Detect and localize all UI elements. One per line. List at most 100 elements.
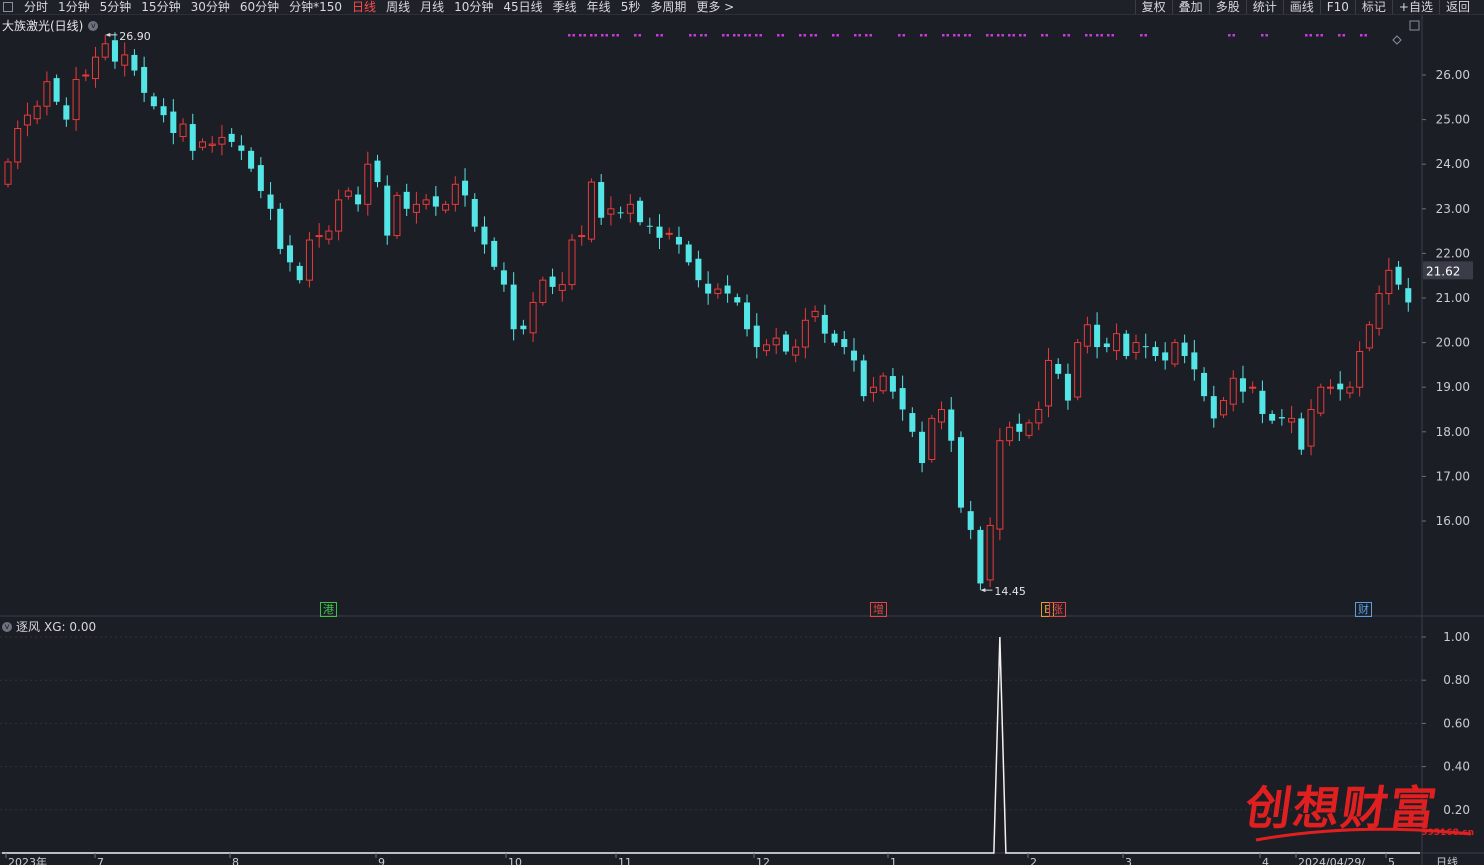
toolbar-button[interactable]: 画线 xyxy=(1282,0,1320,14)
signal-dot xyxy=(836,34,839,37)
stock-title[interactable]: 大族激光(日线) v xyxy=(2,17,99,34)
candle-body xyxy=(121,54,129,66)
price-tick-label: 17.00 xyxy=(1436,469,1470,483)
candle-body xyxy=(53,78,60,102)
date-tick-label: 7 xyxy=(97,856,104,865)
candle-body xyxy=(1220,400,1228,416)
toolbar-button[interactable]: 标记 xyxy=(1354,0,1392,14)
period-tab[interactable]: 5秒 xyxy=(621,0,641,14)
period-tab[interactable]: 季线 xyxy=(553,0,577,14)
candle xyxy=(587,178,595,243)
candle-body xyxy=(850,350,858,361)
candle-body xyxy=(598,182,605,218)
event-tag[interactable]: 增 xyxy=(870,602,887,617)
signal-dot xyxy=(1063,34,1066,37)
period-tab[interactable]: 5分钟 xyxy=(100,0,132,14)
toolbar-button[interactable]: 复权 xyxy=(1134,0,1172,14)
signal-dot xyxy=(799,34,802,37)
price-tick-label: 22.00 xyxy=(1436,246,1470,260)
candle-body xyxy=(471,198,478,227)
event-tag[interactable]: 涨 xyxy=(1049,602,1066,617)
toolbar-button[interactable]: 叠加 xyxy=(1171,0,1209,14)
candle xyxy=(1201,367,1208,402)
candle xyxy=(53,74,60,105)
signal-dot xyxy=(986,34,989,37)
signal-dot xyxy=(737,34,740,37)
signal-dot xyxy=(777,34,780,37)
indicator-title[interactable]: v 逐风 XG: 0.00 xyxy=(2,618,96,635)
candle xyxy=(539,276,547,306)
signal-dot xyxy=(869,34,872,37)
toolbar-button[interactable]: 统计 xyxy=(1245,0,1283,14)
period-tab[interactable]: 多周期 xyxy=(650,0,686,14)
period-tab[interactable]: 更多 > xyxy=(696,0,734,14)
candle xyxy=(598,174,605,225)
candle xyxy=(744,294,751,337)
chart-canvas: 26.0025.0024.0023.0022.0021.0020.0019.00… xyxy=(0,15,1484,865)
toolbar-button[interactable]: +自选 xyxy=(1391,0,1439,14)
event-tag[interactable]: 财 xyxy=(1355,602,1372,617)
candle-body xyxy=(675,236,682,245)
signal-dot xyxy=(1316,34,1319,37)
period-tab[interactable]: 日线 xyxy=(352,0,376,14)
candle-body xyxy=(899,388,906,410)
candle-body xyxy=(1326,386,1334,389)
candle-body xyxy=(753,325,760,348)
period-tab[interactable]: 10分钟 xyxy=(454,0,493,14)
candle xyxy=(1229,370,1237,412)
period-tab[interactable]: 30分钟 xyxy=(191,0,230,14)
date-tick-label: 2024/04/29/ xyxy=(1298,856,1365,865)
candle-body xyxy=(364,163,372,205)
toolbar-button[interactable]: 返回 xyxy=(1438,0,1476,14)
candle-body xyxy=(228,133,235,142)
event-tag[interactable]: 港 xyxy=(320,602,337,617)
candle xyxy=(471,193,478,232)
candle xyxy=(1346,381,1354,399)
period-tab[interactable]: 60分钟 xyxy=(240,0,279,14)
toolbar-button[interactable]: 多股 xyxy=(1208,0,1246,14)
candle xyxy=(432,186,439,216)
candle xyxy=(4,158,12,188)
candle-body xyxy=(568,239,576,286)
chevron-down-icon[interactable]: v xyxy=(88,20,99,31)
candle xyxy=(928,414,936,463)
candle-body xyxy=(520,325,527,330)
date-tick-label: 5 xyxy=(1388,856,1395,865)
period-tab[interactable]: 周线 xyxy=(386,0,410,14)
candle xyxy=(811,305,819,322)
window-square-icon[interactable] xyxy=(3,2,13,12)
candle-body xyxy=(626,203,634,214)
candle xyxy=(1249,381,1257,394)
candle-body xyxy=(539,279,547,303)
period-tab[interactable]: 月线 xyxy=(420,0,444,14)
period-tab[interactable]: 分时 xyxy=(24,0,48,14)
candle-body xyxy=(14,128,22,163)
period-tab[interactable]: 45日线 xyxy=(503,0,542,14)
candle-body xyxy=(325,230,333,240)
signal-dot xyxy=(1041,34,1044,37)
toolbar-button[interactable]: F10 xyxy=(1319,0,1355,14)
candle-body xyxy=(957,437,964,508)
signal-dot xyxy=(902,34,905,37)
candle-body xyxy=(928,417,936,460)
candle-body xyxy=(1210,396,1217,419)
candle xyxy=(1239,365,1246,403)
candle-body xyxy=(101,43,109,58)
period-tab[interactable]: 年线 xyxy=(587,0,611,14)
indicator-value: XG: 0.00 xyxy=(44,619,97,634)
period-tab[interactable]: 15分钟 xyxy=(141,0,180,14)
period-tabs: 分时 1分钟 5分钟 15分钟 30分钟 60分钟 分钟*150 日线 周线 月线 10分钟 45日线… xyxy=(24,0,734,14)
candle xyxy=(510,272,517,341)
candle-body xyxy=(646,225,653,227)
watermark-text: 创想财富 xyxy=(1241,781,1442,835)
candle xyxy=(1365,321,1373,352)
chevron-down-icon[interactable]: v xyxy=(2,621,12,632)
period-tab[interactable]: 分钟*150 xyxy=(289,0,342,14)
candle xyxy=(607,196,615,226)
diamond-icon xyxy=(1392,35,1402,45)
candle-body xyxy=(1229,377,1237,405)
candle-body xyxy=(1191,352,1198,370)
candle xyxy=(491,237,498,270)
period-tab[interactable]: 1分钟 xyxy=(58,0,90,14)
candle xyxy=(705,271,712,305)
